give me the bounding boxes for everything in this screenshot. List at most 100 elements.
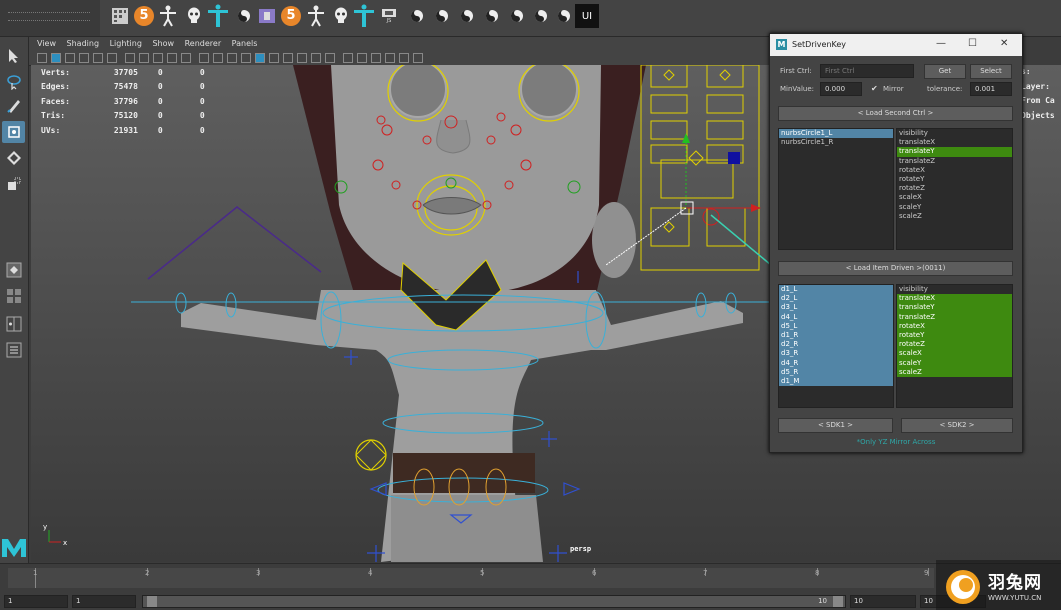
camera-attr-icon[interactable]: [51, 53, 61, 63]
list-item[interactable]: scaleZ: [897, 212, 1012, 221]
first-ctrl-field[interactable]: First Ctrl: [820, 64, 914, 78]
select-tool-icon[interactable]: [2, 45, 25, 67]
load-second-ctrl-button[interactable]: < Load Second Ctrl >: [778, 106, 1013, 121]
range-handle-left[interactable]: [147, 596, 157, 607]
close-icon[interactable]: ✕: [1000, 38, 1008, 49]
list-item[interactable]: d1_L: [779, 285, 893, 295]
min-value-field[interactable]: 0.000: [820, 82, 862, 96]
motion-blur-icon[interactable]: [297, 53, 307, 63]
list-item[interactable]: visibility: [897, 129, 1012, 138]
skeleton-icon[interactable]: [156, 4, 180, 28]
backface-icon[interactable]: [385, 53, 395, 63]
yin-yang-4-icon[interactable]: [480, 4, 504, 28]
yin-yang-1-icon[interactable]: [405, 4, 429, 28]
bookmark-icon[interactable]: [65, 53, 75, 63]
menu-panels[interactable]: Panels: [232, 37, 258, 51]
list-item[interactable]: translateZ: [897, 312, 1012, 322]
skull-b-icon[interactable]: [329, 4, 353, 28]
yin-yang-icon[interactable]: [232, 4, 256, 28]
menu-show[interactable]: Show: [152, 37, 174, 51]
playback-start-field[interactable]: 1: [72, 595, 136, 608]
list-item[interactable]: visibility: [897, 285, 1012, 294]
skull-icon[interactable]: [182, 4, 206, 28]
smooth-shade-icon[interactable]: [213, 53, 223, 63]
t-pose-cyan-b-icon[interactable]: [352, 4, 376, 28]
menu-shading[interactable]: Shading: [67, 37, 100, 51]
start-time-field[interactable]: 1: [4, 595, 68, 608]
list-item[interactable]: scaleX: [897, 349, 1012, 359]
list-item[interactable]: nurbsCircle1_R: [779, 138, 893, 147]
exposure-icon[interactable]: [399, 53, 409, 63]
time-slider-track[interactable]: 1 2 3 4 5 6 7 8 9: [8, 568, 934, 588]
list-item[interactable]: d5_R: [779, 367, 893, 377]
second-attr-list[interactable]: visibility translateX translateY transla…: [896, 128, 1013, 250]
maximize-icon[interactable]: ☐: [968, 38, 977, 49]
film-gate-icon[interactable]: [139, 53, 149, 63]
anti-alias-icon[interactable]: [311, 53, 321, 63]
t-pose-cyan-icon[interactable]: [206, 4, 230, 28]
time-slider[interactable]: 1 2 3 4 5 6 7 8 9: [0, 563, 1061, 593]
field-chart-icon[interactable]: [181, 53, 191, 63]
get-button[interactable]: Get: [924, 64, 966, 79]
gamma-icon[interactable]: [413, 53, 423, 63]
select-button[interactable]: Select: [970, 64, 1012, 79]
2d-pan-icon[interactable]: [93, 53, 103, 63]
two-layout-icon[interactable]: [2, 313, 25, 335]
wireframe-icon[interactable]: [199, 53, 209, 63]
list-item[interactable]: scaleY: [897, 203, 1012, 212]
menu-view[interactable]: View: [37, 37, 56, 51]
second-ctrl-list[interactable]: nurbsCircle1_L nurbsCircle1_R: [778, 128, 894, 250]
xray-icon[interactable]: [357, 53, 367, 63]
lasso-tool-icon[interactable]: [2, 71, 25, 93]
list-item[interactable]: d2_R: [779, 340, 893, 350]
yin-yang-6-icon[interactable]: [529, 4, 553, 28]
camera-select-icon[interactable]: [37, 53, 47, 63]
list-item[interactable]: translateX: [897, 138, 1012, 147]
list-item[interactable]: d4_R: [779, 358, 893, 368]
list-item[interactable]: d3_R: [779, 349, 893, 359]
list-item[interactable]: scaleY: [897, 358, 1012, 368]
list-item[interactable]: d5_L: [779, 321, 893, 331]
use-lights-icon[interactable]: [255, 53, 265, 63]
mirror-checkbox[interactable]: ✔: [871, 84, 880, 93]
load-item-driven-button[interactable]: < Load Item Driven >(0011): [778, 261, 1013, 276]
window-titlebar[interactable]: M SetDrivenKey — ☐ ✕: [770, 34, 1022, 56]
list-item[interactable]: nurbsCircle1_L: [779, 129, 893, 139]
list-item[interactable]: d2_L: [779, 294, 893, 304]
driven-attr-list[interactable]: visibility translateX translateY transla…: [896, 284, 1013, 408]
range-slider-bar[interactable]: 10: [142, 595, 846, 608]
single-layout-icon[interactable]: [2, 259, 25, 281]
yin-yang-3-icon[interactable]: [455, 4, 479, 28]
list-item[interactable]: d3_L: [779, 303, 893, 313]
film-strip-icon[interactable]: [255, 4, 279, 28]
list-item[interactable]: scaleX: [897, 193, 1012, 202]
list-item[interactable]: d4_L: [779, 312, 893, 322]
xray-joints-icon[interactable]: [371, 53, 381, 63]
list-item[interactable]: translateX: [897, 294, 1012, 304]
range-handle-right[interactable]: [833, 596, 843, 607]
dof-icon[interactable]: [325, 53, 335, 63]
driven-item-list[interactable]: d1_L d2_L d3_L d4_L d5_L d1_R d2_R d3_R …: [778, 284, 894, 408]
minimize-icon[interactable]: —: [936, 38, 946, 49]
sdk1-button[interactable]: < SDK1 >: [778, 418, 893, 433]
list-item[interactable]: d1_R: [779, 330, 893, 341]
menu-lighting[interactable]: Lighting: [110, 37, 142, 51]
list-item[interactable]: rotateZ: [897, 340, 1012, 350]
wire-on-shaded-icon[interactable]: [227, 53, 237, 63]
shadows-icon[interactable]: [269, 53, 279, 63]
yin-yang-7-icon[interactable]: [552, 4, 576, 28]
tolerance-field[interactable]: 0.001: [970, 82, 1012, 96]
list-item[interactable]: translateZ: [897, 157, 1012, 166]
scale-tool-icon[interactable]: [2, 173, 25, 195]
gate-mask-icon[interactable]: [167, 53, 177, 63]
menu-renderer[interactable]: Renderer: [185, 37, 222, 51]
image-plane-icon[interactable]: [79, 53, 89, 63]
list-item[interactable]: rotateX: [897, 321, 1012, 331]
list-item[interactable]: d1_M: [779, 376, 893, 387]
badge-5-icon[interactable]: 5: [132, 4, 156, 28]
yin-yang-2-icon[interactable]: [430, 4, 454, 28]
list-item[interactable]: translateY: [897, 303, 1012, 313]
outliner-layout-icon[interactable]: [2, 339, 25, 361]
isolate-select-icon[interactable]: [343, 53, 353, 63]
list-item[interactable]: rotateX: [897, 166, 1012, 175]
